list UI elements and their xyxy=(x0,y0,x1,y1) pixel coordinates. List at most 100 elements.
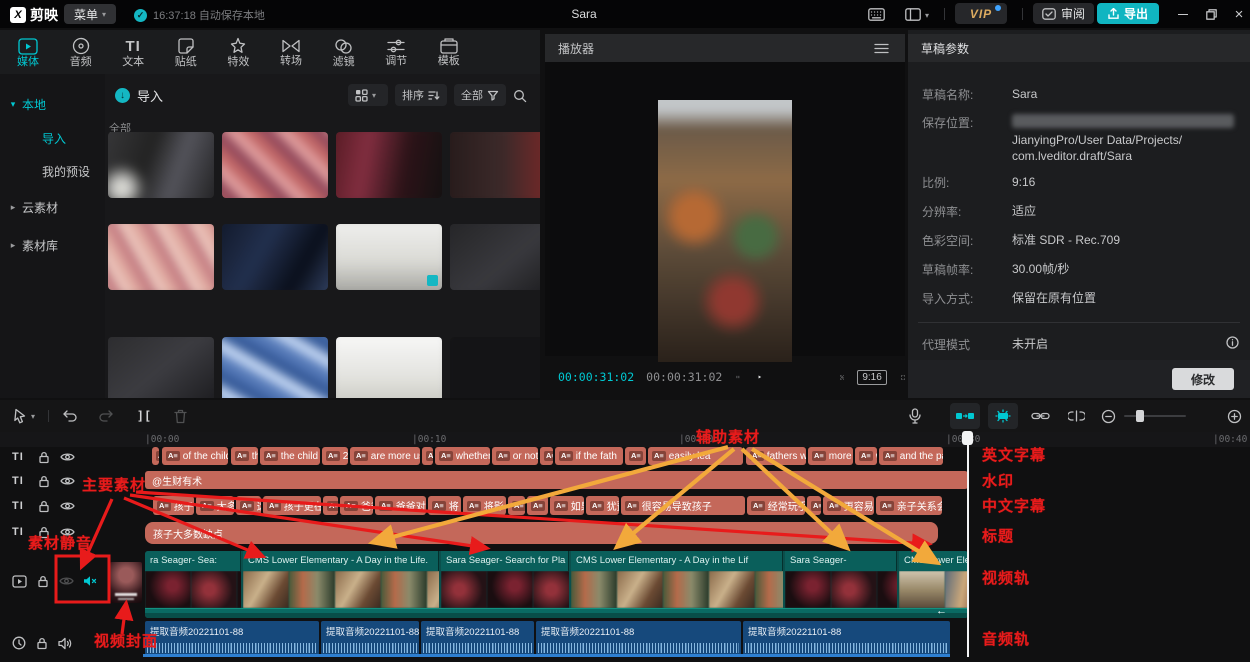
player-menu-icon[interactable] xyxy=(874,43,889,54)
subtitle-clip-zh[interactable]: A≡ xyxy=(807,496,821,515)
video-clip-title[interactable]: CMS Lower Elementary - A Day in the Life… xyxy=(243,551,439,571)
subtitle-clip-en[interactable]: A≡and the pa xyxy=(879,447,943,465)
tab-effects[interactable]: 特效 xyxy=(213,33,263,72)
media-thumbnail[interactable] xyxy=(336,224,442,290)
sort-button[interactable]: 排序 xyxy=(395,84,447,106)
video-clip-title[interactable]: CMS Lower Elementary - A Day xyxy=(899,551,968,571)
lock-icon[interactable] xyxy=(35,636,49,650)
play-button[interactable] xyxy=(758,370,762,384)
lock-icon[interactable] xyxy=(37,450,51,464)
unlink-toggle[interactable] xyxy=(1066,406,1086,426)
subtitle-clip-en[interactable]: A≡easily lea xyxy=(648,447,743,465)
audio-clip[interactable]: 提取音频20221101-88 xyxy=(321,621,419,655)
media-thumbnail[interactable] xyxy=(108,224,214,290)
select-tool[interactable] xyxy=(10,406,30,426)
review-button[interactable]: 审阅 xyxy=(1033,3,1094,24)
subtitle-clip-en[interactable]: A≡w xyxy=(855,447,877,465)
subtitle-clip-zh[interactable]: A≡犹豫 xyxy=(586,496,619,515)
video-track[interactable]: ra Seager- Sea:CMS Lower Elementary - A … xyxy=(145,551,968,618)
title-clip[interactable]: 孩子大多数缺点 xyxy=(145,522,938,544)
media-thumbnail[interactable] xyxy=(450,224,540,290)
zoom-in-button[interactable] xyxy=(1224,406,1244,426)
playhead[interactable] xyxy=(967,431,969,657)
delete-button[interactable] xyxy=(170,406,190,426)
eye-icon[interactable] xyxy=(60,475,75,487)
subtitle-clip-zh[interactable]: A≡经常玩手 xyxy=(747,496,805,515)
tab-audio[interactable]: 音频 xyxy=(56,33,106,72)
subtitle-clip-zh[interactable]: A≡孩子更在意 xyxy=(263,496,321,515)
subtitle-clip-en[interactable]: A≡ xyxy=(152,447,159,465)
workspace-layout-icon[interactable] xyxy=(903,4,923,24)
tab-text[interactable]: TI文本 xyxy=(108,33,158,72)
video-clip-title[interactable]: Sara Seager- xyxy=(785,551,897,571)
watermark-clip[interactable]: @生财有术 xyxy=(145,471,968,489)
subtitle-clip-zh[interactable]: A≡将 xyxy=(428,496,461,515)
audio-clip[interactable]: 提取音频20221101-88 xyxy=(145,621,319,655)
info-icon[interactable] xyxy=(1226,336,1239,349)
lock-icon[interactable] xyxy=(36,574,50,588)
minimize-button[interactable] xyxy=(1170,0,1196,28)
subtitle-clip-en[interactable]: A≡fathers w xyxy=(746,447,806,465)
subtitle-clip-zh[interactable]: A≡爸爸对孩 xyxy=(375,496,426,515)
view-mode-button[interactable]: ▾ xyxy=(348,84,388,106)
subtitle-clip-en[interactable]: A≡ xyxy=(540,447,553,465)
video-clip-title[interactable]: Sara Seager- Search for Pla xyxy=(441,551,569,571)
video-clip-title[interactable]: CMS Lower Elementary - A Day in the Lif xyxy=(571,551,783,571)
media-thumbnail[interactable] xyxy=(108,337,214,398)
lock-icon[interactable] xyxy=(37,474,51,488)
subtitle-clip-zh[interactable]: A≡如果 xyxy=(550,496,584,515)
subtitle-clip-zh[interactable]: A≡很容易导致孩子 xyxy=(621,496,745,515)
subtitle-clip-en[interactable]: A≡whether t xyxy=(435,447,490,465)
eye-icon[interactable] xyxy=(60,451,75,463)
lock-icon[interactable] xyxy=(37,499,51,513)
media-thumbnail[interactable] xyxy=(222,337,328,398)
preview-quality-icon[interactable] xyxy=(840,369,845,386)
select-tool-caret[interactable]: ▾ xyxy=(31,412,35,421)
video-clip-filmstrip[interactable] xyxy=(785,571,897,608)
sidebar-item-presets[interactable]: 我的预设 xyxy=(0,159,105,183)
workspace-caret-icon[interactable]: ▾ xyxy=(925,11,929,20)
media-thumbnail[interactable] xyxy=(336,337,442,398)
shortcut-keyboard-icon[interactable] xyxy=(866,4,886,24)
subtitle-clip-zh[interactable]: A≡更容易忽视和 xyxy=(823,496,874,515)
media-thumbnail[interactable] xyxy=(222,132,328,198)
subtitle-clip-en[interactable]: A≡ xyxy=(422,447,433,465)
tab-filter[interactable]: 滤镜 xyxy=(319,33,369,72)
subtitle-clip-en[interactable]: A≡or not xyxy=(492,447,538,465)
subtitle-clip-zh[interactable]: A≡这 xyxy=(236,496,261,515)
zoom-slider-handle[interactable] xyxy=(1136,410,1144,422)
eye-icon[interactable] xyxy=(60,500,75,512)
video-clip-filmstrip[interactable] xyxy=(899,571,968,608)
video-clip-filmstrip[interactable] xyxy=(145,571,241,608)
fullscreen-icon[interactable] xyxy=(901,370,905,385)
restore-button[interactable] xyxy=(1198,0,1224,28)
subtitle-clip-en[interactable]: A≡th xyxy=(231,447,258,465)
audio-clip[interactable]: 提取音频20221101-88 xyxy=(421,621,534,655)
mute-icon[interactable] xyxy=(83,575,97,587)
media-thumbnail[interactable] xyxy=(450,132,540,198)
video-clip-filmstrip[interactable] xyxy=(441,571,569,608)
tab-adjust[interactable]: 调节 xyxy=(371,33,421,72)
close-button[interactable]: × xyxy=(1226,0,1250,28)
subtitle-clip-en[interactable]: A≡th xyxy=(625,447,646,465)
video-cover-thumbnail[interactable] xyxy=(110,562,142,603)
eye-icon[interactable] xyxy=(59,575,74,587)
sidebar-item-import[interactable]: 导入 xyxy=(0,126,105,150)
subtitle-clip-en[interactable]: A≡the child xyxy=(260,447,320,465)
preview-axis-toggle[interactable] xyxy=(988,403,1018,429)
h-scrollbar[interactable] xyxy=(143,654,950,657)
playhead-handle[interactable] xyxy=(962,431,973,445)
subtitle-clip-zh[interactable]: A≡亲子关系会 xyxy=(876,496,942,515)
sidebar-item-local[interactable]: ▾本地 xyxy=(0,92,105,116)
auto-ripple-toggle[interactable] xyxy=(950,403,980,429)
video-preview[interactable] xyxy=(658,100,792,362)
clip-trim-handle[interactable]: ← xyxy=(936,605,947,617)
subtitle-clip-en[interactable]: A≡if the fath xyxy=(555,447,623,465)
menu-button[interactable]: 菜单▾ xyxy=(64,4,116,24)
sidebar-item-library[interactable]: ▸素材库 xyxy=(0,233,105,257)
record-voiceover-icon[interactable] xyxy=(905,406,925,426)
video-clip-title[interactable]: ra Seager- Sea: xyxy=(145,551,241,571)
sidebar-item-cloud[interactable]: ▸云素材 xyxy=(0,195,105,219)
subtitle-clip-zh[interactable]: A≡爸爸 xyxy=(340,496,373,515)
tab-template[interactable]: 模板 xyxy=(424,33,474,72)
